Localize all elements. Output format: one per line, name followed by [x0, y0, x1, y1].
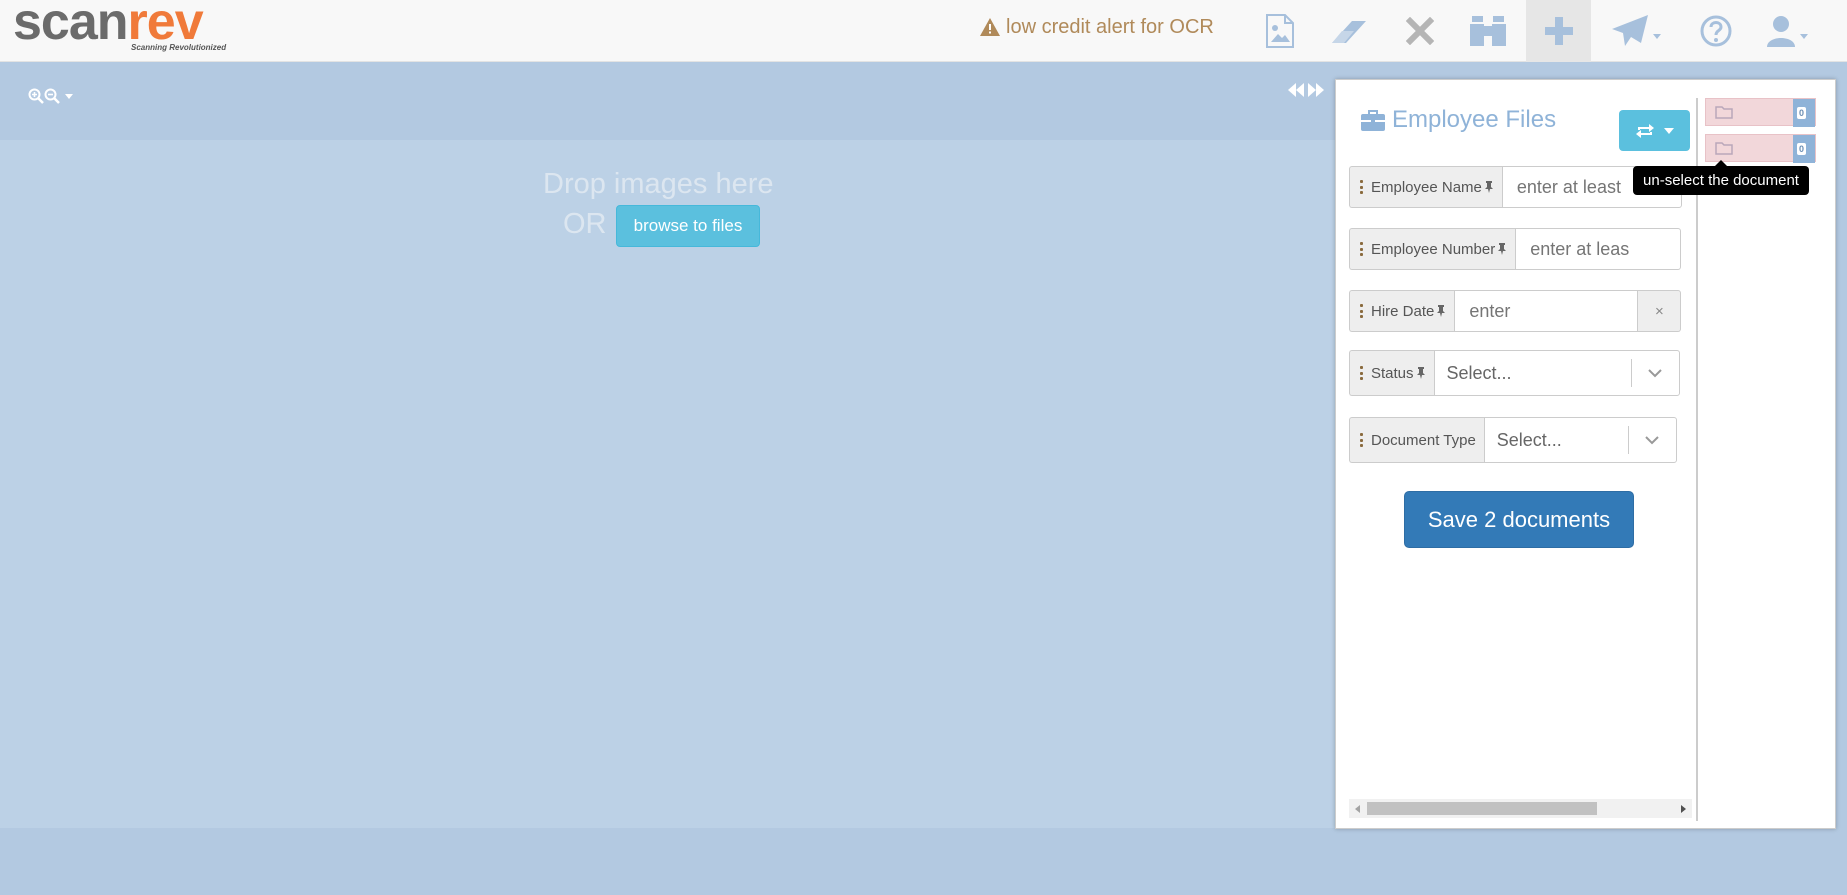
document-thumbnail[interactable]: 0: [1705, 134, 1816, 163]
eraser-button[interactable]: [1328, 0, 1372, 62]
drag-handle-icon[interactable]: [1360, 433, 1363, 447]
or-text: OR: [563, 208, 607, 240]
drag-handle-icon[interactable]: [1360, 180, 1363, 194]
user-dropdown[interactable]: [1762, 0, 1812, 62]
close-icon: [1406, 17, 1434, 45]
warning-icon: [980, 18, 1000, 36]
panel-toggle[interactable]: [1287, 82, 1325, 98]
clear-date-button[interactable]: ×: [1638, 290, 1682, 332]
scrollbar-thumb[interactable]: [1367, 802, 1597, 815]
panel-divider[interactable]: [1696, 98, 1698, 821]
zoom-in-icon: [28, 88, 44, 104]
pin-icon[interactable]: [1416, 367, 1426, 379]
add-button[interactable]: [1526, 0, 1591, 62]
chevron-down-icon: [65, 93, 73, 99]
field-label: Hire Date: [1349, 290, 1455, 332]
chevron-down-icon: [1664, 127, 1674, 134]
image-icon: [1266, 14, 1294, 48]
alert-text: low credit alert for OCR: [1006, 15, 1214, 38]
logo-scan: scan: [13, 0, 129, 51]
field-label: Employee Number: [1349, 228, 1516, 270]
drag-handle-icon[interactable]: [1360, 242, 1363, 256]
field-status: Status Select...: [1349, 350, 1680, 396]
image-button[interactable]: [1258, 0, 1302, 62]
field-hire-date: Hire Date ×: [1349, 290, 1682, 332]
viewer-toolbar: [0, 62, 1335, 140]
help-button[interactable]: [1696, 0, 1736, 62]
eraser-icon: [1332, 21, 1366, 43]
field-label: Status: [1349, 350, 1434, 396]
help-icon: [1700, 15, 1732, 47]
pin-icon[interactable]: [1497, 243, 1507, 255]
chevron-down-icon: [1800, 33, 1808, 39]
chevron-down-icon: [1653, 33, 1661, 39]
scroll-left-icon[interactable]: [1355, 805, 1360, 813]
save-documents-button[interactable]: Save 2 documents: [1404, 491, 1634, 548]
chevron-down-icon: [1632, 368, 1679, 378]
pin-icon[interactable]: [1436, 305, 1446, 317]
page-count-badge: 0: [1793, 135, 1815, 163]
document-type-select[interactable]: Select...: [1483, 417, 1677, 463]
send-icon: [1612, 15, 1648, 46]
briefcase-icon: [1361, 109, 1385, 131]
pin-icon[interactable]: [1484, 181, 1494, 193]
scanrev-logo[interactable]: scanrev Scanning Revolutionized: [13, 0, 243, 54]
page-count-badge: 0: [1793, 99, 1815, 127]
field-employee-name: Employee Name: [1349, 166, 1682, 208]
panel-title: Employee Files: [1361, 106, 1556, 134]
folder-icon: [1715, 106, 1733, 119]
field-label: Document Type: [1349, 417, 1484, 463]
employee-number-input[interactable]: [1515, 228, 1682, 270]
unselect-tooltip: un-select the document: [1633, 160, 1809, 195]
zoom-out-icon: [44, 88, 60, 104]
plus-icon: [1544, 17, 1573, 45]
low-credit-alert[interactable]: low credit alert for OCR: [980, 14, 1214, 40]
scroll-right-icon[interactable]: [1681, 805, 1686, 813]
delete-button[interactable]: [1398, 0, 1442, 62]
send-dropdown[interactable]: [1608, 0, 1664, 62]
drag-handle-icon[interactable]: [1360, 304, 1363, 318]
browse-files-button[interactable]: browse to files: [616, 205, 760, 247]
sync-dropdown-button[interactable]: [1619, 110, 1690, 151]
hire-date-input[interactable]: [1454, 290, 1639, 332]
field-employee-number: Employee Number: [1349, 228, 1682, 270]
user-icon: [1767, 16, 1795, 47]
horizontal-scrollbar[interactable]: [1349, 799, 1692, 818]
document-thumbnail[interactable]: 0: [1705, 98, 1816, 127]
panel-title-text: Employee Files: [1392, 106, 1557, 133]
logo-tagline: Scanning Revolutionized: [131, 43, 227, 52]
status-select[interactable]: Select...: [1433, 350, 1680, 396]
refresh-icon: [1636, 123, 1654, 138]
top-navbar: scanrev Scanning Revolutionized low cred…: [0, 0, 1847, 62]
drop-images-text: Drop images here: [543, 168, 774, 200]
field-label: Employee Name: [1349, 166, 1502, 208]
binoculars-icon: [1470, 16, 1506, 46]
double-arrow-left-icon[interactable]: [1287, 82, 1305, 98]
search-button[interactable]: [1466, 0, 1510, 62]
folder-icon: [1715, 142, 1733, 155]
field-document-type: Document Type Select...: [1349, 417, 1677, 463]
double-arrow-right-icon[interactable]: [1307, 82, 1325, 98]
drag-handle-icon[interactable]: [1360, 366, 1363, 380]
zoom-dropdown[interactable]: [28, 88, 73, 104]
chevron-down-icon: [1629, 435, 1676, 445]
